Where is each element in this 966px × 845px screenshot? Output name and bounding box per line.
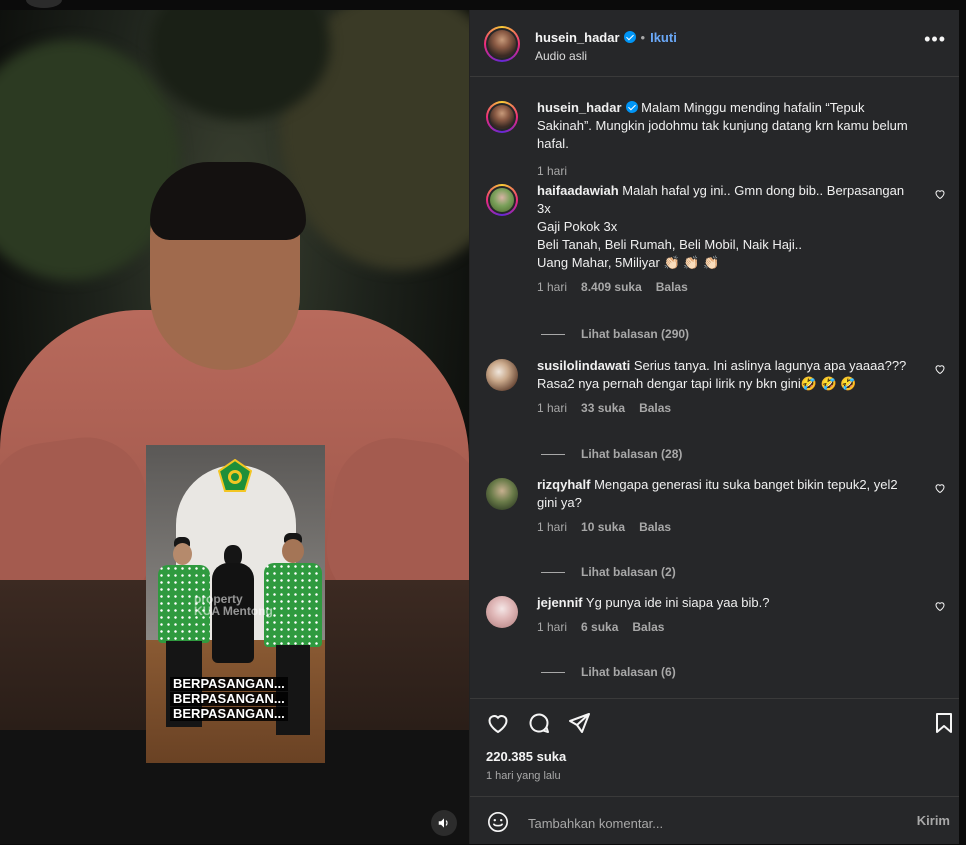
audio-label[interactable]: Audio asli bbox=[535, 49, 587, 63]
comment-avatar[interactable] bbox=[486, 478, 518, 510]
comment-likes[interactable]: 10 suka bbox=[581, 520, 625, 534]
reply-button[interactable]: Balas bbox=[639, 401, 671, 415]
author-username[interactable]: husein_hadar bbox=[535, 30, 620, 45]
embedded-video: property KUA Mentong BERPASANGAN... BERP… bbox=[146, 445, 325, 763]
post-header: husein_hadar • Ikuti Audio asli ••• bbox=[470, 10, 960, 77]
like-heart-icon[interactable] bbox=[486, 711, 510, 735]
verified-badge-icon bbox=[625, 101, 638, 113]
post-like-count[interactable]: 220.385 suka bbox=[486, 749, 566, 764]
video-caption-line: BERPASANGAN... bbox=[170, 677, 288, 691]
right-gutter bbox=[959, 0, 966, 844]
comment-time[interactable]: 1 hari bbox=[537, 280, 567, 294]
comment-text: Mengapa generasi itu suka banget bikin t… bbox=[537, 477, 898, 510]
comment-likes[interactable]: 33 suka bbox=[581, 401, 625, 415]
top-strip bbox=[0, 0, 966, 10]
follow-button[interactable]: Ikuti bbox=[650, 30, 677, 45]
video-caption-line: BERPASANGAN... bbox=[170, 692, 288, 706]
kemenag-logo-icon bbox=[218, 459, 252, 492]
comment-likes[interactable]: 6 suka bbox=[581, 620, 618, 634]
comment-time[interactable]: 1 hari bbox=[537, 401, 567, 415]
mute-button[interactable] bbox=[431, 810, 457, 836]
man-hair bbox=[150, 162, 306, 240]
comment-time[interactable]: 1 hari bbox=[537, 520, 567, 534]
comment-time[interactable]: 1 hari bbox=[537, 620, 567, 634]
share-send-icon[interactable] bbox=[567, 711, 591, 735]
caption-time[interactable]: 1 hari bbox=[537, 164, 567, 178]
comment-username[interactable]: susilolindawati bbox=[537, 358, 630, 373]
comment-username[interactable]: haifaadawiah bbox=[537, 183, 619, 198]
video-watermark: property KUA Mentong bbox=[194, 592, 273, 618]
post-actions: 220.385 suka 1 hari yang lalu bbox=[470, 698, 960, 799]
comment-bubble-icon[interactable] bbox=[527, 711, 551, 735]
emoji-smiley-icon[interactable] bbox=[487, 811, 509, 833]
reply-button[interactable]: Balas bbox=[656, 280, 688, 294]
post-comment-button[interactable]: Kirim bbox=[917, 813, 950, 828]
video-caption-line: BERPASANGAN... bbox=[170, 707, 288, 721]
separator-dot: • bbox=[640, 30, 646, 45]
like-comment-heart-icon[interactable] bbox=[934, 363, 946, 375]
comment-likes[interactable]: 8.409 suka bbox=[581, 280, 642, 294]
comment-avatar[interactable] bbox=[486, 359, 518, 391]
view-replies-button[interactable]: Lihat balasan (2) bbox=[541, 565, 676, 579]
comment-avatar[interactable] bbox=[486, 184, 518, 216]
reply-button[interactable]: Balas bbox=[632, 620, 664, 634]
comment-username[interactable]: rizqyhalf bbox=[537, 477, 590, 492]
top-avatar bbox=[26, 0, 62, 8]
like-comment-heart-icon[interactable] bbox=[934, 600, 946, 612]
comment-composer: Kirim bbox=[470, 796, 960, 845]
post-video[interactable]: property KUA Mentong BERPASANGAN... BERP… bbox=[0, 10, 469, 844]
view-replies-button[interactable]: Lihat balasan (6) bbox=[541, 665, 676, 679]
video-caption: BERPASANGAN... BERPASANGAN... BERPASANGA… bbox=[170, 677, 288, 722]
caption-avatar[interactable] bbox=[486, 101, 518, 133]
more-options-button[interactable]: ••• bbox=[924, 30, 946, 48]
view-replies-button[interactable]: Lihat balasan (28) bbox=[541, 447, 682, 461]
comment-username[interactable]: jejennif bbox=[537, 595, 583, 610]
caption-username[interactable]: husein_hadar bbox=[537, 100, 622, 115]
like-comment-heart-icon[interactable] bbox=[934, 188, 946, 200]
post-side-panel: husein_hadar • Ikuti Audio asli ••• husein… bbox=[469, 10, 960, 844]
author-avatar[interactable] bbox=[484, 26, 520, 62]
speaker-icon bbox=[438, 818, 448, 828]
comments-list[interactable]: husein_hadar Malam Minggu mending hafali… bbox=[470, 77, 960, 697]
verified-badge-icon bbox=[623, 31, 636, 43]
save-bookmark-icon[interactable] bbox=[932, 711, 956, 735]
post-date[interactable]: 1 hari yang lalu bbox=[486, 770, 561, 782]
comment-text: Yg punya ide ini siapa yaa bib.? bbox=[585, 595, 770, 610]
comment-avatar[interactable] bbox=[486, 596, 518, 628]
view-replies-button[interactable]: Lihat balasan (290) bbox=[541, 327, 689, 341]
like-comment-heart-icon[interactable] bbox=[934, 482, 946, 494]
reply-button[interactable]: Balas bbox=[639, 520, 671, 534]
comment-input[interactable] bbox=[526, 812, 890, 834]
